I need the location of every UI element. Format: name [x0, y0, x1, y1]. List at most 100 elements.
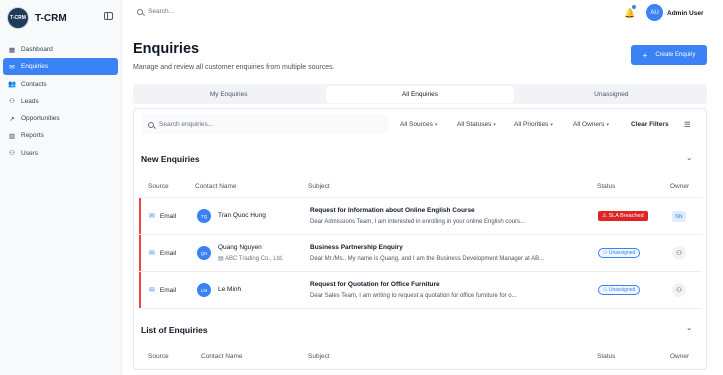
source-cell: ✉ Email — [149, 249, 176, 258]
subject-preview: Dear Sales Team, I am writing to request… — [310, 293, 517, 299]
sidebar-item-enquiries[interactable]: ✉ Enquiries — [3, 58, 118, 76]
email-icon: ✉ — [149, 287, 155, 294]
source-cell: ✉ Email — [149, 286, 177, 295]
col-subject[interactable]: Subject — [308, 353, 330, 360]
enquiry-search-placeholder: Search enquiries... — [159, 121, 214, 128]
sources-label: All Sources — [400, 121, 433, 128]
brand[interactable]: T-CRM T-CRM — [7, 7, 67, 29]
filter-bar: Search enquiries... All Sources ▾ All Sta… — [142, 115, 699, 134]
enquiry-search-input[interactable]: Search enquiries... — [142, 115, 388, 134]
sidebar-item-label: Enquiries — [21, 63, 49, 71]
page-subtitle: Manage and review all customer enquiries… — [133, 64, 335, 71]
subject-title[interactable]: Business Partnership Enquiry — [310, 244, 403, 251]
source-label: Email — [159, 212, 177, 220]
status-badge: ⚇ Unassigned — [598, 285, 641, 295]
table-row[interactable]: ✉ Email TQ Tran Quoc Hung Request for Inf… — [139, 198, 702, 234]
col-subject[interactable]: Subject — [308, 183, 330, 190]
contact-name[interactable]: Quang Nguyen — [218, 244, 262, 251]
app-name: T-CRM — [35, 12, 67, 24]
sidebar-item-leads[interactable]: ⚇ Leads — [3, 93, 118, 110]
global-search-input[interactable]: Search... — [148, 8, 174, 15]
divider — [139, 308, 702, 309]
app-logo: T-CRM — [7, 7, 29, 29]
leads-icon: ⚇ — [9, 98, 15, 106]
chevron-down-icon: ▾ — [550, 122, 553, 128]
contact-company: ▤ ABC Trading Co., Ltd. — [218, 255, 283, 262]
tab-bar: My Enquiries All Enquiries Unassigned — [133, 84, 707, 104]
source-label: Email — [159, 286, 177, 294]
owners-label: All Owners — [573, 121, 605, 128]
reports-icon: ▥ — [8, 132, 16, 140]
chevron-down-icon: ▾ — [434, 122, 438, 128]
sidebar-nav: ▦ Dashboard ✉ Enquiries 👥 Contacts ⚇ Lea… — [3, 41, 118, 162]
statuses-dropdown[interactable]: All Statuses ▾ — [457, 121, 496, 128]
col-source[interactable]: Source — [148, 353, 169, 360]
sidebar-item-contacts[interactable]: 👥 Contacts — [3, 76, 118, 93]
sidebar-item-reports[interactable]: ▥ Reports — [3, 127, 118, 144]
status-label: SLA Breached — [608, 213, 644, 219]
enquiries-icon: ✉ — [9, 63, 15, 71]
tab-my-enquiries[interactable]: My Enquiries — [135, 86, 323, 103]
owner-badge[interactable]: NN — [672, 211, 686, 222]
bell-icon[interactable]: 🔔 — [624, 8, 635, 19]
sidebar-item-label: Opportunities — [21, 115, 60, 123]
source-cell: ✉ Email — [149, 212, 177, 221]
subject-preview: Dear Mr./Ms., My name is Quang, and I am… — [310, 256, 545, 262]
plus-icon: + — [642, 50, 648, 60]
page-title: Enquiries — [133, 41, 200, 57]
sidebar-item-opportunities[interactable]: ↗ Opportunities — [3, 110, 118, 127]
user-name[interactable]: Admin User — [667, 10, 703, 17]
sidebar: T-CRM T-CRM ▦ Dashboard ✉ Enquiries 👥 Co… — [0, 0, 122, 375]
chevron-down-icon[interactable]: ⌄ — [686, 323, 692, 332]
contact-name[interactable]: Tran Quoc Hung — [218, 212, 266, 219]
col-source[interactable]: Source — [148, 183, 169, 190]
status-label: Unassigned — [608, 287, 636, 293]
col-contact[interactable]: Contact Name — [195, 183, 237, 190]
status-badge: ⚠ SLA Breached — [598, 211, 648, 221]
owners-dropdown[interactable]: All Owners ▾ — [573, 121, 609, 128]
tab-unassigned[interactable]: Unassigned — [517, 86, 705, 103]
tab-all-enquiries[interactable]: All Enquiries — [325, 85, 515, 103]
email-icon: ✉ — [149, 213, 155, 220]
status-badge: ⚇ Unassigned — [598, 248, 641, 258]
priorities-dropdown[interactable]: All Priorities ▾ — [514, 121, 553, 128]
col-owner[interactable]: Owner — [670, 353, 689, 360]
notification-dot — [632, 5, 636, 9]
contact-name[interactable]: Le Minh — [218, 286, 241, 293]
subject-title[interactable]: Request for Information about Online Eng… — [310, 207, 475, 214]
list-view-icon[interactable]: ☰ — [684, 120, 691, 129]
chevron-down-icon[interactable]: ⌄ — [686, 153, 692, 162]
sidebar-item-users[interactable]: ⚇ Users — [3, 145, 118, 162]
sidebar-collapse-icon[interactable] — [104, 12, 113, 20]
create-enquiry-button[interactable]: + Create Enquiry — [631, 45, 707, 65]
chevron-down-icon: ▾ — [493, 122, 496, 128]
table-row[interactable]: ✉ Email QN Quang Nguyen ▤ ABC Trading Co.… — [139, 235, 702, 271]
col-status[interactable]: Status — [597, 353, 615, 360]
assign-owner-icon[interactable]: ⚇ — [672, 246, 686, 260]
priorities-label: All Priorities — [514, 121, 549, 128]
avatar[interactable]: AU — [646, 4, 663, 21]
sources-dropdown[interactable]: All Sources ▾ — [400, 121, 437, 128]
search-icon — [137, 8, 143, 15]
users-icon: ⚇ — [9, 150, 15, 158]
dashboard-icon: ▦ — [8, 46, 16, 54]
sidebar-item-label: Dashboard — [21, 46, 53, 53]
sidebar-item-label: Reports — [21, 132, 44, 140]
building-icon: ▤ — [218, 256, 226, 262]
contact-avatar: TQ — [197, 209, 211, 223]
assign-owner-icon[interactable]: ⚇ — [672, 283, 686, 297]
col-owner[interactable]: Owner — [670, 183, 689, 190]
subject-title[interactable]: Request for Quotation for Office Furnitu… — [310, 281, 440, 288]
sidebar-item-label: Users — [21, 149, 38, 157]
col-status[interactable]: Status — [597, 183, 615, 190]
col-contact[interactable]: Contact Name — [201, 353, 243, 360]
table-row[interactable]: ✉ Email LM Le Minh Request for Quotation … — [139, 272, 702, 308]
opportunities-icon: ↗ — [9, 115, 15, 123]
contact-avatar: LM — [197, 283, 211, 297]
chevron-down-icon: ▾ — [606, 122, 609, 128]
global-search[interactable]: Search... — [137, 8, 174, 15]
clear-filters-button[interactable]: Clear Filters — [631, 121, 669, 128]
list-enquiries-title: List of Enquiries — [141, 325, 208, 335]
sidebar-item-dashboard[interactable]: ▦ Dashboard — [3, 41, 118, 58]
topbar: Search... 🔔 AU Admin User — [122, 0, 723, 26]
